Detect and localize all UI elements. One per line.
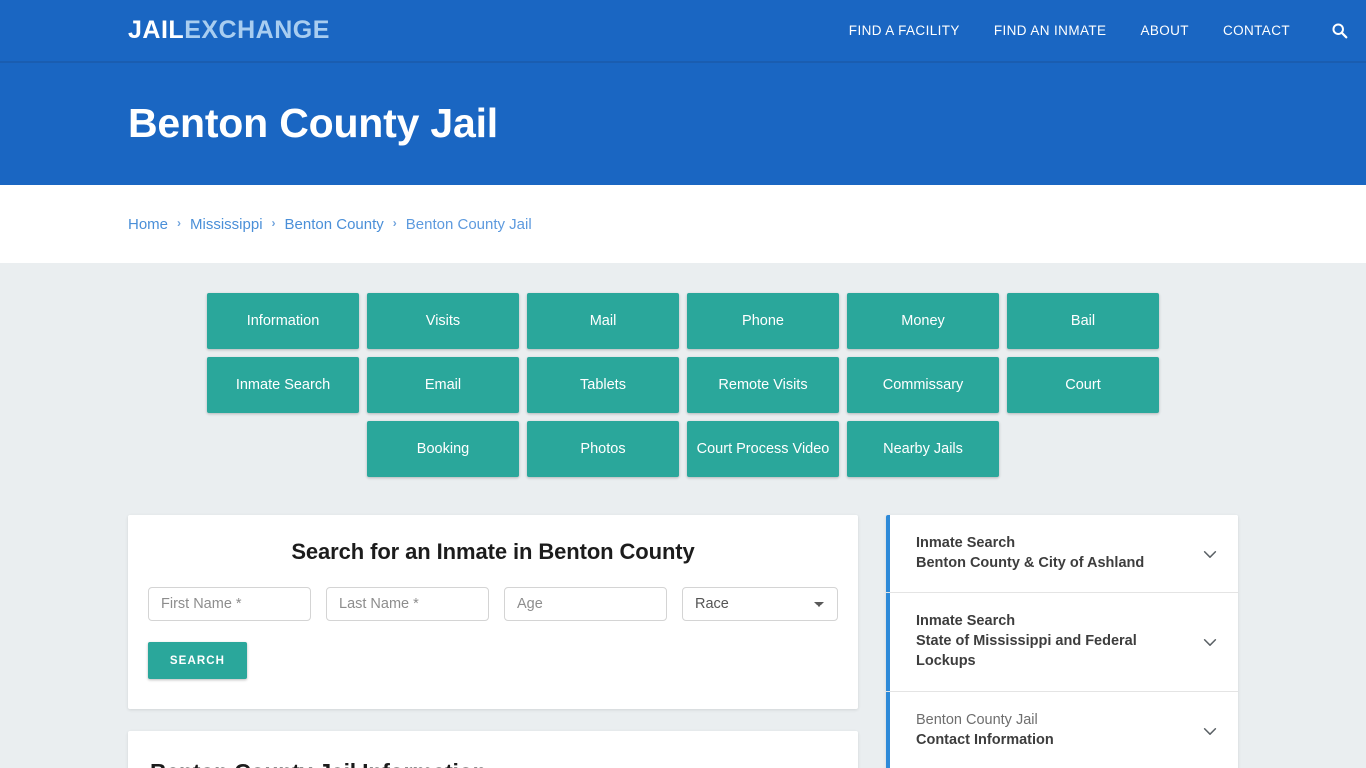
inmate-search-submit-button[interactable]: SEARCH (148, 642, 247, 679)
breadcrumb-item-mississippi[interactable]: Mississippi (190, 216, 263, 233)
section-button-tablets[interactable]: Tablets (527, 357, 679, 413)
right-sidebar: Inmate Search Benton County & City of As… (886, 515, 1238, 768)
search-icon[interactable] (1328, 20, 1350, 42)
nav-item-about[interactable]: ABOUT (1140, 23, 1189, 38)
chevron-right-icon: › (177, 216, 182, 230)
accordion-item-text: Benton County Jail Contact Information (916, 711, 1200, 750)
breadcrumb-item-current: Benton County Jail (405, 215, 532, 233)
breadcrumb-band: Home › Mississippi › Benton County › Ben… (0, 185, 1366, 263)
breadcrumb-item-home[interactable]: Home (128, 216, 168, 233)
breadcrumb-item-benton-county[interactable]: Benton County (285, 216, 384, 233)
accordion-line-2: State of Mississippi and Federal Lockups (916, 633, 1137, 669)
section-button-visits[interactable]: Visits (367, 293, 519, 349)
jail-information-title: Benton County Jail Information (150, 759, 836, 768)
accordion-line-2: Contact Information (916, 731, 1054, 748)
logo-text-secondary: EXCHANGE (184, 16, 330, 44)
section-button-bail[interactable]: Bail (1007, 293, 1159, 349)
content-columns: Search for an Inmate in Benton County Ra… (128, 515, 1238, 768)
breadcrumb: Home › Mississippi › Benton County › Ben… (128, 216, 532, 233)
logo-text-primary: JAIL (128, 16, 185, 44)
first-name-input[interactable] (148, 587, 311, 621)
facility-section-buttons: Information Visits Mail Phone Money Bail… (134, 293, 1232, 477)
section-button-mail[interactable]: Mail (527, 293, 679, 349)
last-name-input[interactable] (326, 587, 489, 621)
chevron-down-icon[interactable] (1200, 721, 1220, 741)
inmate-search-fields: Race (146, 587, 840, 621)
main-content: Information Visits Mail Phone Money Bail… (0, 263, 1366, 768)
site-logo[interactable]: JAILEXCHANGE (128, 18, 330, 43)
accordion-item-contact-information[interactable]: Benton County Jail Contact Information (886, 691, 1238, 768)
page-title: Benton County Jail (128, 100, 498, 147)
top-navigation-bar: JAILEXCHANGE FIND A FACILITY FIND AN INM… (0, 0, 1366, 63)
section-button-commissary[interactable]: Commissary (847, 357, 999, 413)
section-button-inmate-search[interactable]: Inmate Search (207, 357, 359, 413)
inmate-search-heading: Search for an Inmate in Benton County (291, 539, 695, 564)
accordion-line-1: Inmate Search (916, 535, 1016, 551)
section-button-money[interactable]: Money (847, 293, 999, 349)
accordion-line-1: Inmate Search (916, 613, 1016, 630)
nav-item-find-an-inmate[interactable]: FIND AN INMATE (994, 23, 1107, 38)
chevron-right-icon: › (392, 216, 397, 230)
nav-item-contact[interactable]: CONTACT (1223, 23, 1290, 38)
accordion-item-inmate-search-county[interactable]: Inmate Search Benton County & City of As… (886, 515, 1238, 594)
section-button-remote-visits[interactable]: Remote Visits (687, 357, 839, 413)
accordion-line-1: Benton County Jail (916, 711, 1038, 728)
accordion-item-inmate-search-state[interactable]: Inmate Search State of Mississippi and F… (886, 593, 1238, 692)
age-input[interactable] (504, 587, 667, 621)
left-column: Search for an Inmate in Benton County Ra… (128, 515, 858, 768)
section-button-email[interactable]: Email (367, 357, 519, 413)
accordion-item-text: Inmate Search State of Mississippi and F… (916, 612, 1200, 671)
section-button-court[interactable]: Court (1007, 357, 1159, 413)
page-root: JAILEXCHANGE FIND A FACILITY FIND AN INM… (0, 0, 1366, 768)
inmate-search-card: Search for an Inmate in Benton County Ra… (128, 515, 858, 709)
section-button-information[interactable]: Information (207, 293, 359, 349)
accordion-line-2: Benton County & City of Ashland (916, 554, 1145, 571)
jail-information-card: Benton County Jail Information (128, 731, 858, 768)
section-button-photos[interactable]: Photos (527, 421, 679, 477)
hero-banner: Benton County Jail (0, 63, 1366, 185)
chevron-right-icon: › (271, 216, 276, 230)
primary-nav-links: FIND A FACILITY FIND AN INMATE ABOUT CON… (849, 20, 1350, 42)
sidebar-accordion: Inmate Search Benton County & City of As… (886, 515, 1238, 768)
nav-item-find-a-facility[interactable]: FIND A FACILITY (849, 23, 960, 38)
section-button-booking[interactable]: Booking (367, 421, 519, 477)
chevron-down-icon[interactable] (1200, 632, 1220, 652)
race-select[interactable]: Race (682, 587, 838, 621)
section-button-phone[interactable]: Phone (687, 293, 839, 349)
section-button-court-process-video[interactable]: Court Process Video (687, 421, 839, 477)
section-button-nearby-jails[interactable]: Nearby Jails (847, 421, 999, 477)
chevron-down-icon[interactable] (1200, 544, 1220, 564)
accordion-item-text: Inmate Search Benton County & City of As… (916, 534, 1200, 573)
